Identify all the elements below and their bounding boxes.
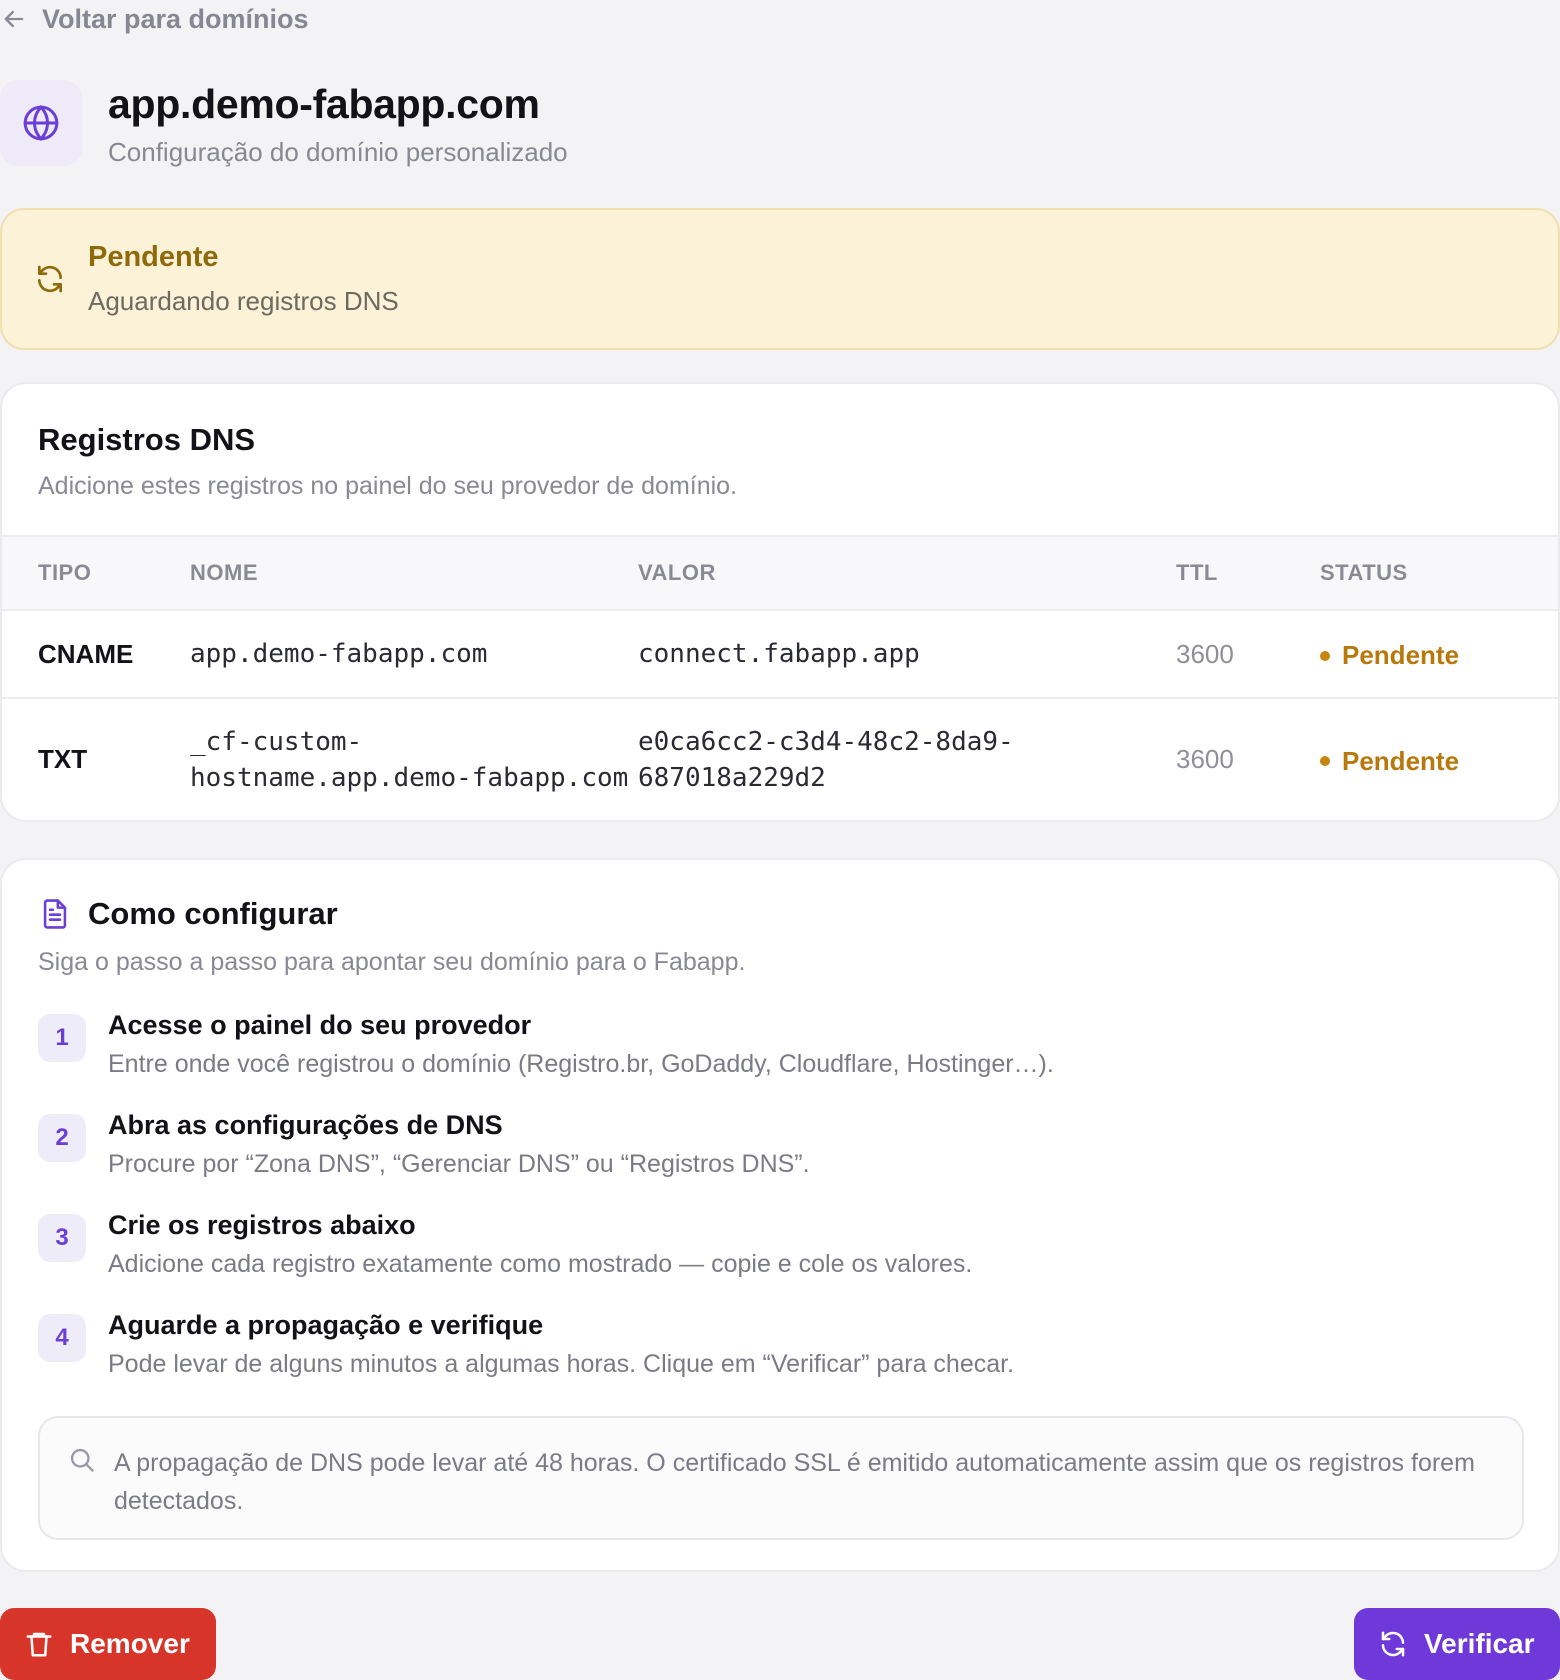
dns-card-subtitle: Adicione estes registros no painel do se…	[38, 472, 738, 500]
column-header-name: NOME	[190, 535, 638, 611]
howto-card: Como configurar Siga o passo a passo par…	[0, 858, 1560, 1572]
status-dot	[1320, 756, 1330, 767]
record-status: Pendente	[1320, 610, 1558, 699]
status-badge-label: Pendente	[1342, 640, 1460, 671]
refresh-icon	[38, 265, 62, 293]
record-name[interactable]: app.demo-fabapp.com	[190, 610, 638, 699]
remove-button[interactable]: Remover	[0, 1608, 216, 1680]
step-item: 4 Aguarde a propagação e verifique Pode …	[38, 1308, 1518, 1408]
step-title: Acesse o painel do seu provedor	[108, 1010, 532, 1040]
step-number-badge: 2	[38, 1114, 86, 1162]
status-title: Pendente	[88, 241, 219, 273]
status-dot	[1320, 650, 1330, 661]
step-number-badge: 3	[38, 1214, 86, 1262]
step-number-badge: 4	[38, 1314, 86, 1362]
table-row: TXT _cf-custom-hostname.app.demo-fabapp.…	[2, 698, 1558, 820]
status-badge-label: Pendente	[1342, 745, 1460, 776]
step-title: Crie os registros abaixo	[108, 1210, 416, 1240]
column-header-status: STATUS	[1320, 535, 1558, 611]
record-name-line: hostname.app.demo-fabapp.com	[190, 762, 629, 793]
verify-button[interactable]: Verificar	[1354, 1608, 1560, 1680]
record-type: TXT	[38, 744, 88, 774]
record-value[interactable]: e0ca6cc2-c3d4-48c2-8da9- 687018a229d2	[638, 698, 1176, 820]
document-icon	[43, 899, 67, 929]
page-title: app.demo-fabapp.com	[108, 81, 540, 127]
status-banner: Pendente Aguardando registros DNS	[0, 208, 1560, 350]
dns-records-card: Registros DNS Adicione estes registros n…	[0, 382, 1560, 822]
arrow-left-icon	[4, 10, 24, 28]
search-icon	[70, 1448, 94, 1472]
back-to-domains-link[interactable]: Voltar para domínios	[0, 0, 309, 38]
step-description: Entre onde você registrou o domínio (Reg…	[108, 1050, 1054, 1078]
step-description: Procure por “Zona DNS”, “Gerenciar DNS” …	[108, 1150, 810, 1178]
dns-card-title: Registros DNS	[38, 422, 256, 457]
record-ttl: 3600	[1176, 610, 1320, 699]
remove-button-label: Remover	[70, 1628, 190, 1659]
record-status: Pendente	[1320, 698, 1558, 820]
record-name[interactable]: _cf-custom-hostname.app.demo-fabapp.com	[190, 698, 638, 820]
record-value-line: 687018a229d2	[638, 762, 826, 793]
verify-button-label: Verificar	[1424, 1628, 1535, 1659]
record-name-line: app.demo-fabapp.com	[190, 639, 488, 669]
step-title: Aguarde a propagação e verifique	[108, 1310, 544, 1340]
step-item: 3 Crie os registros abaixo Adicione cada…	[38, 1208, 1518, 1308]
steps-list: 1 Acesse o painel do seu provedor Entre …	[38, 1008, 1518, 1408]
record-name-line: _cf-custom-	[190, 726, 363, 757]
record-value-line: e0ca6cc2-c3d4-48c2-8da9-	[638, 726, 1014, 757]
status-badge: Pendente	[1320, 640, 1459, 671]
dns-table: TIPO NOME VALOR TTL STATUS CNAME app.dem…	[2, 535, 1558, 820]
column-header-ttl: TTL	[1176, 535, 1320, 611]
refresh-icon	[1381, 1631, 1405, 1657]
domain-header: app.demo-fabapp.com Configuração do domí…	[0, 78, 568, 168]
page-subtitle: Configuração do domínio personalizado	[108, 137, 568, 167]
trash-icon	[26, 1632, 52, 1657]
record-value[interactable]: connect.fabapp.app	[638, 610, 1176, 699]
column-header-type: TIPO	[2, 535, 190, 611]
step-description: Pode levar de alguns minutos a algumas h…	[108, 1350, 1015, 1378]
status-badge: Pendente	[1320, 746, 1459, 777]
step-number-badge: 1	[38, 1014, 86, 1062]
step-title: Abra as configurações de DNS	[108, 1110, 503, 1140]
howto-title: Como configurar	[88, 896, 338, 931]
table-header-row: TIPO NOME VALOR TTL STATUS	[2, 535, 1558, 611]
back-link-label: Voltar para domínios	[42, 3, 309, 34]
table-row: CNAME app.demo-fabapp.com connect.fabapp…	[2, 610, 1558, 699]
note-text: A propagação de DNS pode levar até 48 ho…	[114, 1449, 1475, 1515]
domain-icon-box	[0, 80, 82, 166]
step-description: Adicione cada registro exatamente como m…	[108, 1250, 973, 1278]
record-type: CNAME	[2, 610, 190, 699]
step-item: 2 Abra as configurações de DNS Procure p…	[38, 1108, 1518, 1208]
record-value-line: connect.fabapp.app	[638, 639, 920, 669]
propagation-note: A propagação de DNS pode levar até 48 ho…	[38, 1416, 1524, 1540]
howto-subtitle: Siga o passo a passo para apontar seu do…	[38, 948, 746, 976]
column-header-value: VALOR	[638, 535, 1176, 611]
record-ttl: 3600	[1176, 744, 1234, 774]
globe-icon	[23, 104, 59, 142]
status-description: Aguardando registros DNS	[88, 286, 399, 316]
step-item: 1 Acesse o painel do seu provedor Entre …	[38, 1008, 1518, 1108]
